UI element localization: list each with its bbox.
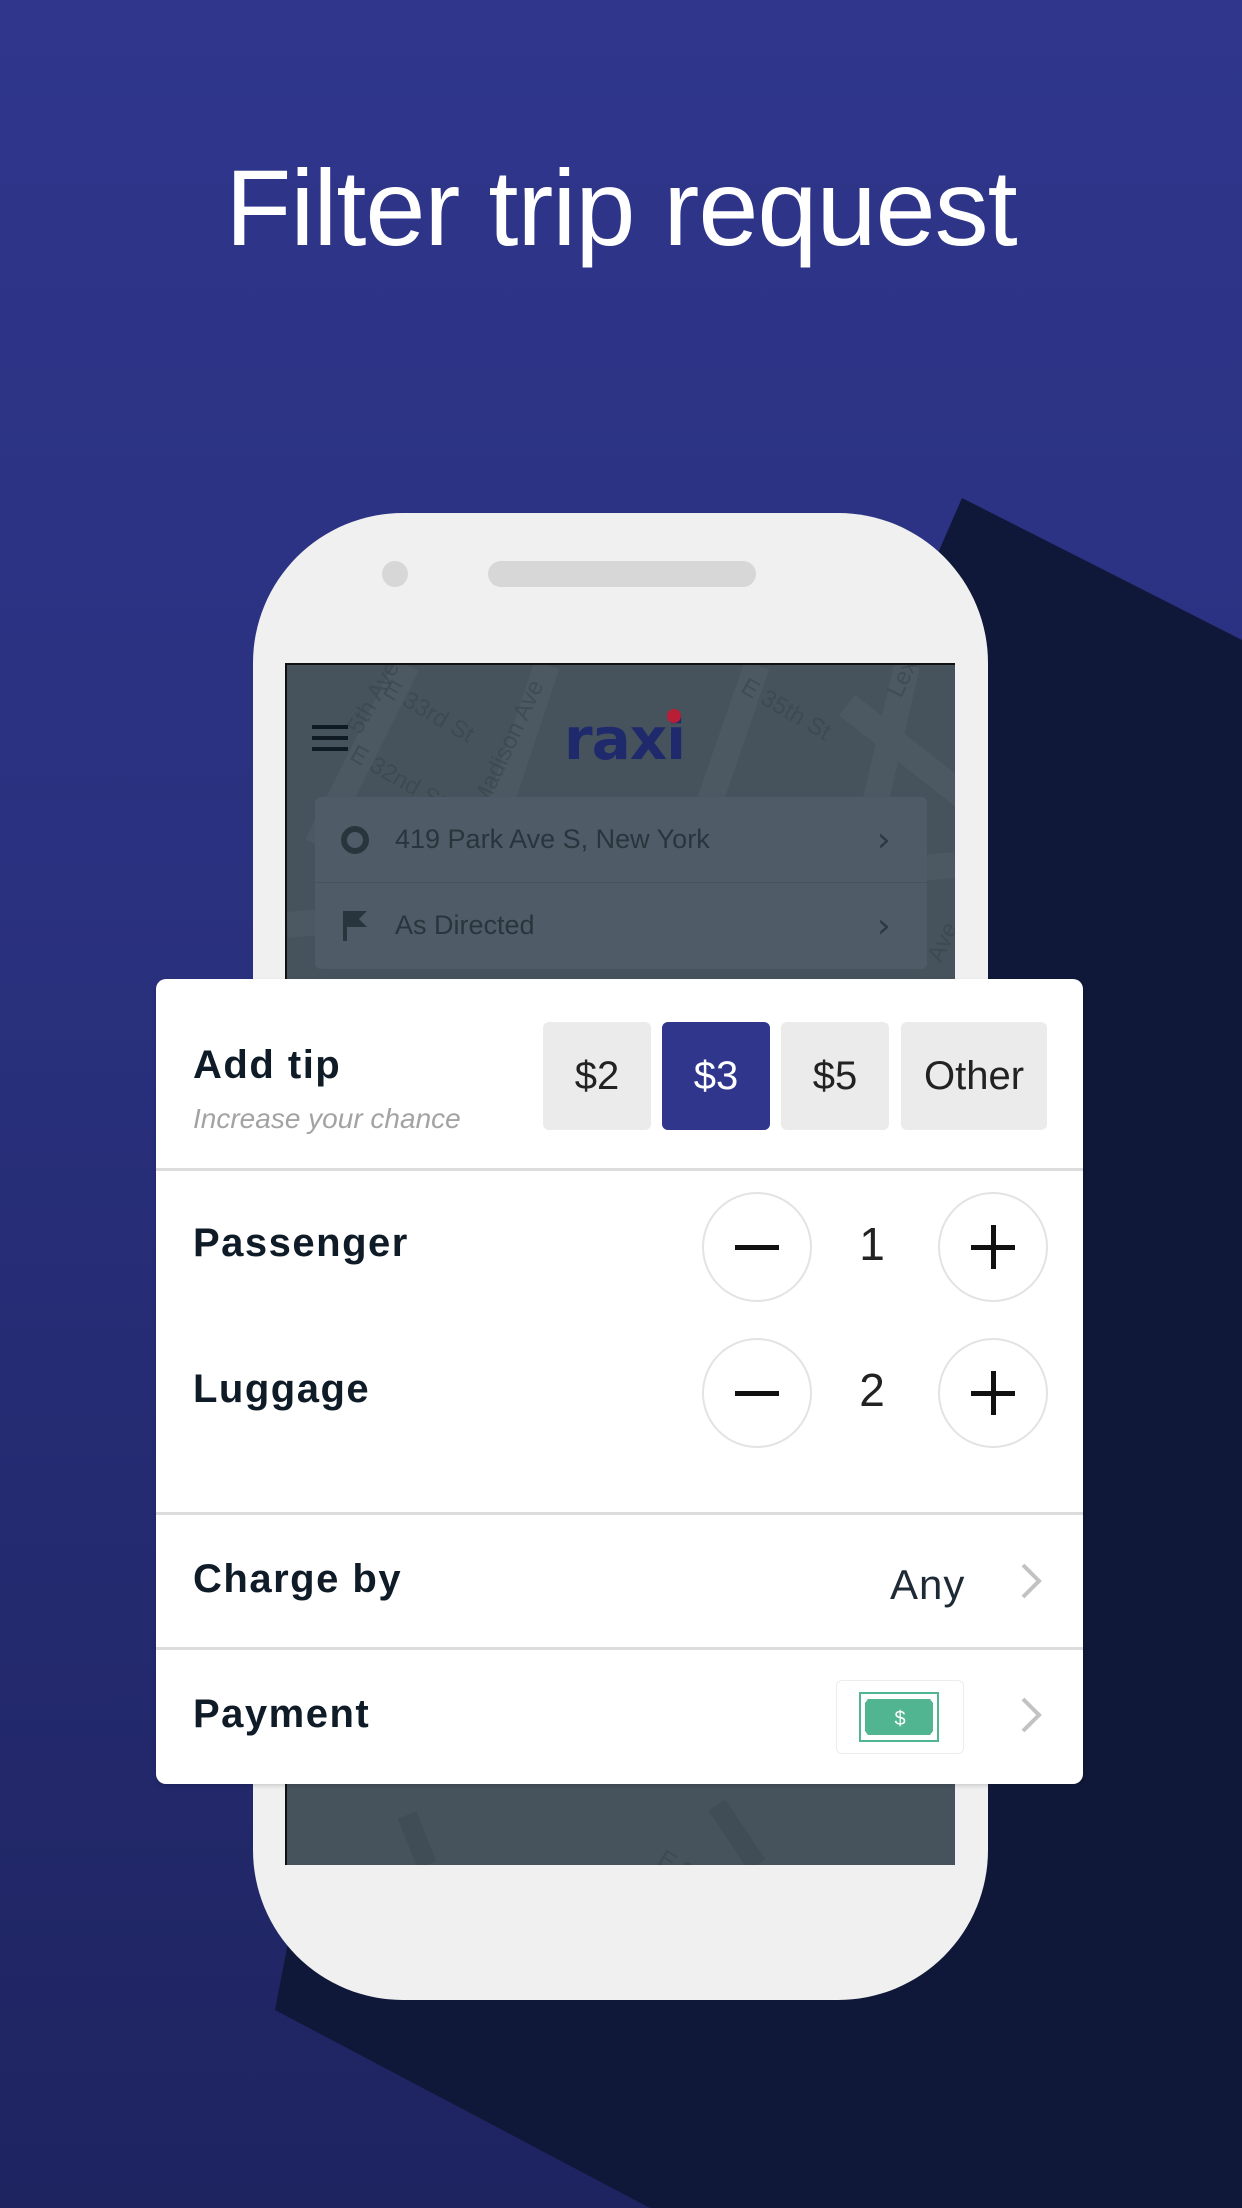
cash-symbol: $ — [894, 1708, 905, 1730]
tip-section: Add tip Increase your chance $2 $3 $5 Ot… — [156, 979, 1083, 1169]
payment-row[interactable]: Payment $ — [156, 1650, 1083, 1784]
chevron-right-icon — [1021, 1697, 1042, 1733]
passenger-increment-button[interactable] — [938, 1192, 1048, 1302]
logo-dot — [667, 709, 681, 723]
route-card: 419 Park Ave S, New York › As Directed › — [315, 797, 927, 969]
tip-option-3[interactable]: $3 — [662, 1022, 770, 1130]
payment-method[interactable]: $ — [836, 1680, 964, 1754]
minus-icon — [735, 1391, 779, 1396]
tip-option-other[interactable]: Other — [901, 1022, 1047, 1130]
payment-label: Payment — [193, 1692, 371, 1736]
hamburger-menu-icon[interactable] — [312, 725, 348, 755]
passenger-decrement-button[interactable] — [702, 1192, 812, 1302]
chevron-right-icon: › — [877, 905, 891, 946]
charge-by-label: Charge by — [193, 1557, 403, 1601]
luggage-decrement-button[interactable] — [702, 1338, 812, 1448]
luggage-label: Luggage — [193, 1367, 371, 1411]
passenger-row: Passenger 1 — [156, 1171, 1083, 1321]
passenger-label: Passenger — [193, 1221, 409, 1265]
tip-option-2[interactable]: $2 — [543, 1022, 651, 1130]
luggage-increment-button[interactable] — [938, 1338, 1048, 1448]
pickup-ring-icon — [341, 825, 369, 854]
luggage-row: Luggage 2 — [156, 1317, 1083, 1467]
chevron-right-icon — [1021, 1563, 1042, 1599]
pickup-row[interactable]: 419 Park Ave S, New York › — [315, 797, 927, 883]
passenger-count: 1 — [859, 1218, 885, 1270]
filter-card: Add tip Increase your chance $2 $3 $5 Ot… — [156, 979, 1083, 1784]
phone-camera — [382, 561, 408, 587]
tip-option-5[interactable]: $5 — [781, 1022, 889, 1130]
charge-by-row[interactable]: Charge by Any — [156, 1515, 1083, 1647]
phone-speaker — [488, 561, 756, 587]
pickup-address: 419 Park Ave S, New York — [395, 824, 710, 854]
minus-icon — [735, 1245, 779, 1250]
tip-sublabel: Increase your chance — [193, 1103, 461, 1134]
tip-label: Add tip — [193, 1043, 342, 1087]
dropoff-row[interactable]: As Directed › — [315, 883, 927, 968]
chevron-right-icon: › — [877, 819, 891, 860]
charge-by-value: Any — [890, 1561, 966, 1608]
flag-icon — [343, 910, 367, 941]
luggage-count: 2 — [859, 1364, 885, 1416]
headline: Filter trip request — [225, 147, 1017, 268]
dropoff-address: As Directed — [395, 910, 535, 940]
cash-icon: $ — [859, 1692, 939, 1742]
